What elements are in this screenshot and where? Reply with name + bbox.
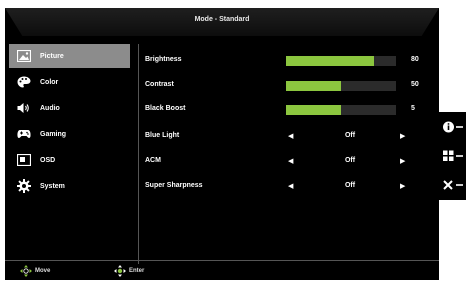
- mode-title: Mode - Standard: [194, 16, 250, 23]
- contrast-slider[interactable]: [286, 81, 396, 91]
- brightness-label: Brightness: [145, 56, 182, 63]
- arrow-left-icon[interactable]: ◀: [288, 157, 293, 165]
- contrast-row[interactable]: Contrast 50: [145, 77, 435, 95]
- arrow-right-icon[interactable]: ▶: [400, 157, 405, 165]
- sidebar-item-label: System: [40, 182, 65, 190]
- enter-joystick-icon: [114, 265, 126, 277]
- arrow-left-icon[interactable]: ◀: [288, 182, 293, 190]
- blue-light-row[interactable]: Blue Light ◀ Off ▶: [145, 128, 435, 146]
- move-joystick-icon: [20, 265, 32, 277]
- footer-enter-label: Enter: [129, 268, 145, 274]
- sidebar-item-label: Audio: [40, 104, 60, 112]
- footer-move: Move: [19, 264, 50, 278]
- sidebar-item-system[interactable]: System: [9, 174, 130, 198]
- sidebar-item-audio[interactable]: Audio: [9, 96, 130, 120]
- close-key[interactable]: [439, 174, 466, 196]
- sidebar-item-label: Gaming: [40, 130, 67, 138]
- sidebar-item-color[interactable]: Color: [9, 70, 130, 94]
- footer-divider: [5, 260, 439, 261]
- sidebar-item-label: OSD: [40, 156, 56, 164]
- super-sharpness-value: Off: [344, 182, 356, 189]
- brightness-row[interactable]: Brightness 80: [145, 52, 435, 70]
- osd-window-icon: [16, 152, 32, 168]
- sidebar-item-label: Color: [40, 78, 59, 86]
- acm-row[interactable]: ACM ◀ Off ▶: [145, 153, 435, 171]
- acm-label: ACM: [145, 157, 161, 164]
- color-palette-icon: [16, 74, 32, 90]
- contrast-label: Contrast: [145, 81, 174, 88]
- arrow-right-icon[interactable]: ▶: [400, 132, 405, 140]
- input-source-icon: [442, 150, 463, 161]
- footer-move-label: Move: [35, 268, 51, 274]
- osd-menu: Mode - Standard Picture Color Audio Gami…: [5, 8, 439, 280]
- close-icon: [442, 180, 463, 190]
- input-key[interactable]: [439, 145, 466, 167]
- sidebar-item-gaming[interactable]: Gaming: [9, 122, 130, 146]
- black-boost-label: Black Boost: [145, 105, 186, 112]
- gamepad-icon: [16, 126, 32, 142]
- super-sharpness-row[interactable]: Super Sharpness ◀ Off ▶: [145, 178, 435, 196]
- black-boost-value: 5: [411, 105, 415, 112]
- contrast-slider-fill: [286, 81, 341, 91]
- gear-icon: [16, 178, 32, 194]
- picture-icon: [16, 48, 32, 64]
- arrow-right-icon[interactable]: ▶: [400, 182, 405, 190]
- black-boost-slider[interactable]: [286, 105, 396, 115]
- sidebar: Picture Color Audio Gaming OSD System: [9, 44, 130, 200]
- acm-value: Off: [344, 157, 356, 164]
- sidebar-item-osd[interactable]: OSD: [9, 148, 130, 172]
- super-sharpness-label: Super Sharpness: [145, 182, 203, 189]
- sidebar-item-label: Picture: [40, 52, 64, 60]
- info-key[interactable]: [439, 116, 466, 138]
- black-boost-slider-fill: [286, 105, 341, 115]
- footer-enter: Enter: [113, 264, 144, 278]
- info-icon: [442, 121, 463, 133]
- arrow-left-icon[interactable]: ◀: [288, 132, 293, 140]
- brightness-slider[interactable]: [286, 56, 396, 66]
- sidebar-item-picture[interactable]: Picture: [9, 44, 130, 68]
- brightness-value: 80: [411, 56, 419, 63]
- divider: [138, 44, 139, 264]
- blue-light-value: Off: [344, 132, 356, 139]
- black-boost-row[interactable]: Black Boost 5: [145, 101, 435, 119]
- brightness-slider-fill: [286, 56, 374, 66]
- blue-light-label: Blue Light: [145, 132, 180, 139]
- contrast-value: 50: [411, 81, 419, 88]
- side-key-panel: [439, 112, 466, 200]
- speaker-icon: [16, 100, 32, 116]
